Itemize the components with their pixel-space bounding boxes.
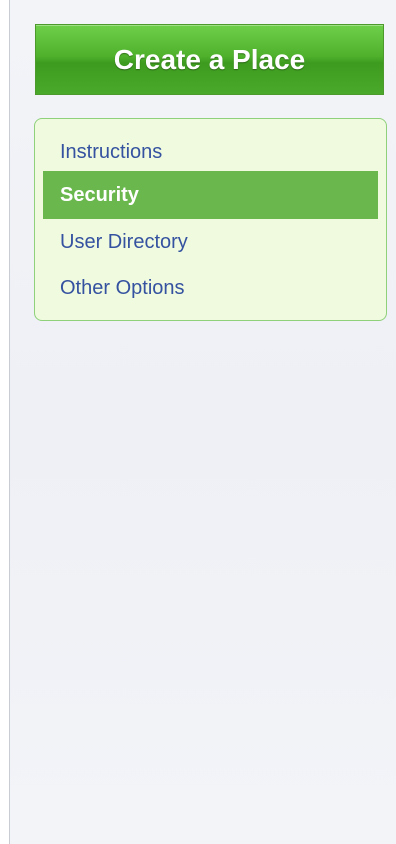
sidebar-item-other-options[interactable]: Other Options	[43, 273, 378, 319]
sidebar-nav: Instructions Security User Directory Oth…	[34, 118, 387, 321]
sidebar-item-security[interactable]: Security	[43, 171, 378, 219]
sidebar-panel: Create a Place Instructions Security Use…	[9, 0, 396, 844]
sidebar-item-user-directory[interactable]: User Directory	[43, 227, 378, 273]
sidebar-item-instructions[interactable]: Instructions	[43, 137, 378, 171]
create-a-place-button[interactable]: Create a Place	[35, 24, 384, 95]
